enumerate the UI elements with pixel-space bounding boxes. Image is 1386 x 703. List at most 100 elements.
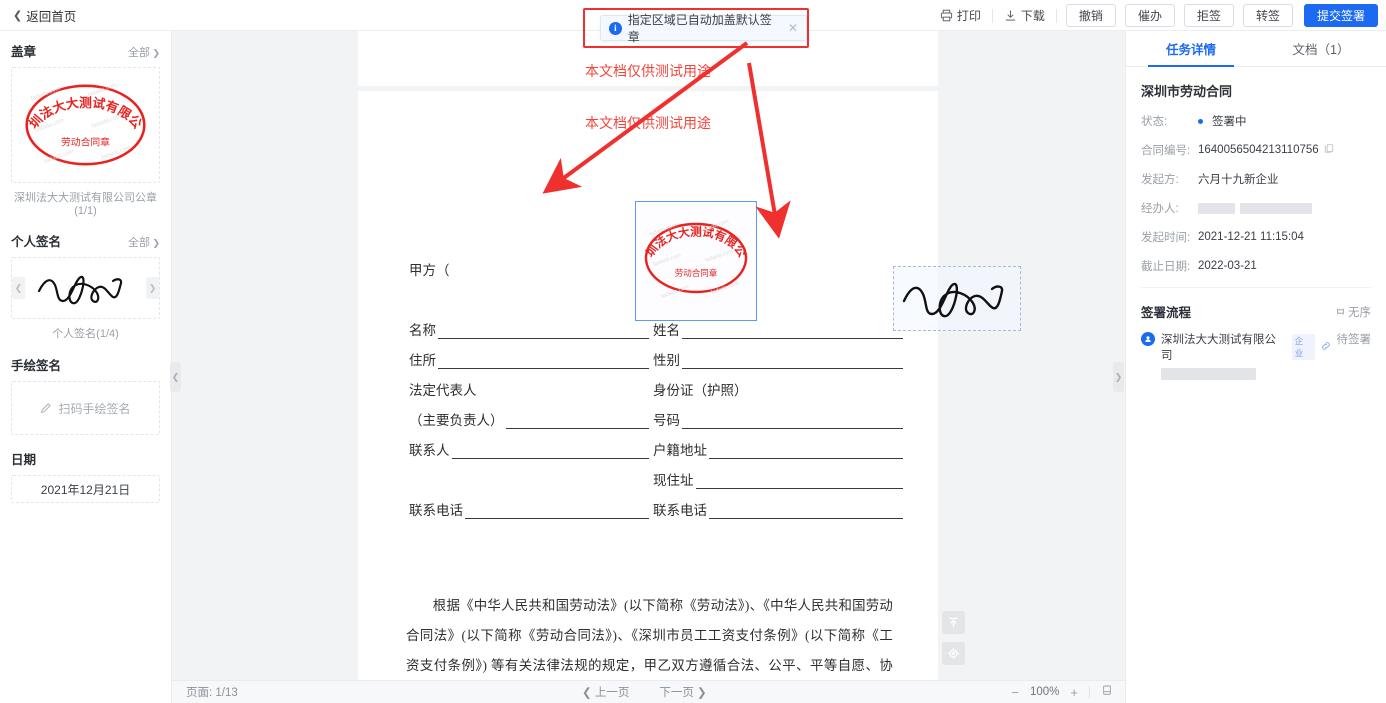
field-row: 性别 bbox=[653, 339, 903, 369]
contract-body-text: 根据《中华人民共和国劳动法》(以下简称《劳动法》)、《中华人民共和国劳动合同法》… bbox=[406, 598, 893, 673]
task-detail-body: 深圳市劳动合同 状态: 签署中 合同编号: 164005650421311075… bbox=[1126, 67, 1386, 380]
redacted-block bbox=[1198, 202, 1235, 214]
field-row: 住所 bbox=[409, 339, 649, 369]
seal-image: 深圳法大大测试有限公司 劳动合同章 fadada.com fadada.com … bbox=[12, 70, 146, 166]
field-row: 户籍地址 bbox=[653, 429, 903, 459]
placed-personal-signature[interactable] bbox=[893, 266, 1021, 331]
personal-signature-thumbnail[interactable]: ❮ ❯ bbox=[11, 257, 160, 319]
contract-body-paragraph: 根据《中华人民共和国劳动法》(以下简称《劳动法》)、《中华人民共和国劳动合同法》… bbox=[406, 591, 893, 680]
toolbar-divider-2 bbox=[1055, 8, 1057, 23]
link-icon[interactable] bbox=[1321, 341, 1331, 354]
detail-key: 经办人: bbox=[1141, 203, 1179, 215]
contract-title: 深圳市劳动合同 bbox=[1141, 84, 1233, 99]
personal-signature-view-all-link[interactable]: 全部 ❯ bbox=[128, 234, 160, 250]
field-line[interactable] bbox=[709, 504, 903, 519]
fit-page-icon bbox=[1103, 685, 1111, 695]
party-a-spacer bbox=[409, 279, 649, 309]
placed-seal-image: 深圳法大大测试有限公司 劳动合同章 fadada.com fadada.com … bbox=[630, 191, 749, 300]
field-row: 联系电话 bbox=[653, 489, 903, 519]
svg-text:劳动合同章: 劳动合同章 bbox=[675, 268, 718, 278]
signature-next-button[interactable]: ❯ bbox=[146, 277, 159, 299]
download-icon bbox=[1004, 9, 1017, 22]
placed-signature-image bbox=[902, 282, 1004, 318]
download-button[interactable]: 下载 bbox=[993, 5, 1056, 27]
field-line[interactable] bbox=[438, 354, 649, 369]
tab-documents[interactable]: 文档（1） bbox=[1256, 31, 1386, 66]
transfer-button[interactable]: 转签 bbox=[1242, 4, 1293, 27]
scan-handwrite-signature-button[interactable]: 扫码手绘签名 bbox=[11, 381, 160, 435]
field-label: 联系人 bbox=[409, 443, 450, 458]
tab-task-detail[interactable]: 任务详情 bbox=[1126, 31, 1256, 67]
field-line[interactable] bbox=[465, 504, 649, 519]
scroll-to-top-button[interactable] bbox=[942, 611, 965, 634]
sign-flow-title: 签署流程 bbox=[1141, 306, 1192, 320]
signer-item[interactable]: 深圳法大大测试有限公司 企业 待签署 bbox=[1141, 331, 1371, 380]
personal-signature-section-header: 个人签名 全部 ❯ bbox=[11, 231, 160, 250]
close-icon[interactable]: ✕ bbox=[788, 21, 798, 35]
field-line[interactable] bbox=[438, 324, 649, 339]
zoom-out-button[interactable]: − bbox=[1011, 685, 1019, 700]
field-line[interactable] bbox=[451, 444, 649, 459]
signature-image bbox=[37, 275, 122, 305]
personal-signature-view-all-label: 全部 bbox=[127, 237, 150, 249]
field-row: （主要负责人） bbox=[409, 399, 649, 429]
field-row: 法定代表人 bbox=[409, 369, 649, 399]
signer-status: 待签署 bbox=[1336, 334, 1372, 346]
revoke-button[interactable]: 撤销 bbox=[1065, 4, 1116, 27]
back-to-home-button[interactable]: ❮ 返回首页 bbox=[13, 6, 76, 25]
field-label: 名称 bbox=[409, 323, 436, 338]
detail-value: 2021-12-21 11:15:04 bbox=[1198, 231, 1304, 243]
company-seal-thumbnail[interactable]: 深圳法大大测试有限公司 劳动合同章 fadada.com fadada.com … bbox=[11, 67, 160, 183]
signature-prev-button[interactable]: ❮ bbox=[12, 277, 25, 299]
field-line[interactable] bbox=[695, 474, 903, 489]
panel-divider bbox=[1141, 287, 1371, 288]
sign-flow-order-label: 无序 bbox=[1348, 306, 1371, 319]
collapse-right-panel-handle[interactable]: ❯ bbox=[1113, 362, 1124, 392]
field-line bbox=[479, 384, 650, 399]
seal-view-all-label: 全部 bbox=[127, 47, 150, 59]
detail-value: 2022-03-21 bbox=[1198, 260, 1257, 272]
download-label: 下载 bbox=[1020, 9, 1045, 23]
chevron-right-icon: ❯ bbox=[149, 48, 160, 58]
detail-row-deadline: 截止日期: 2022-03-21 bbox=[1141, 258, 1371, 274]
print-button[interactable]: 打印 bbox=[929, 5, 992, 27]
viewer-float-buttons bbox=[942, 611, 965, 673]
field-label: 性别 bbox=[653, 353, 680, 368]
field-label: 联系电话 bbox=[653, 503, 707, 518]
detail-key: 合同编号: bbox=[1141, 145, 1191, 157]
urge-button[interactable]: 催办 bbox=[1124, 4, 1175, 27]
field-line[interactable] bbox=[682, 414, 903, 429]
detail-key: 状态: bbox=[1141, 116, 1168, 128]
detail-row-contract-no: 合同编号: 1640056504213110756 bbox=[1141, 142, 1371, 158]
detail-row-initiate-time: 发起时间: 2021-12-21 11:15:04 bbox=[1141, 229, 1371, 245]
submit-signature-button[interactable]: 提交签署 bbox=[1303, 4, 1378, 27]
collapse-left-panel-handle[interactable]: ❮ bbox=[170, 362, 181, 392]
copy-icon[interactable] bbox=[1324, 143, 1334, 157]
field-label: 户籍地址 bbox=[653, 443, 707, 458]
zoom-in-button[interactable]: + bbox=[1070, 685, 1078, 700]
toast-highlight-box: i 指定区域已自动加盖默认签章 ✕ bbox=[583, 8, 809, 48]
field-row: 名称 bbox=[409, 309, 649, 339]
date-stamp-item[interactable]: 2021年12月21日 bbox=[11, 475, 160, 503]
field-line[interactable] bbox=[682, 354, 903, 369]
field-line[interactable] bbox=[709, 444, 903, 459]
prev-page-button[interactable]: ❮ 上一页 bbox=[582, 684, 629, 700]
enterprise-badge: 企业 bbox=[1291, 334, 1315, 360]
watermark-inner: 本文档仅供测试用途 bbox=[585, 117, 711, 132]
locate-signature-button[interactable] bbox=[942, 642, 965, 665]
document-scroll-area[interactable]: 本文档仅供测试用途 本文档仅供测试用途 深圳法大大测试有限公司 劳动合同章 fa… bbox=[172, 31, 1125, 680]
next-page-button[interactable]: 下一页 ❯ bbox=[659, 684, 706, 700]
redacted-block bbox=[1240, 202, 1312, 214]
reject-button[interactable]: 拒签 bbox=[1183, 4, 1234, 27]
fit-page-button[interactable] bbox=[1101, 684, 1113, 700]
field-line[interactable] bbox=[682, 324, 903, 339]
field-row: 身份证（护照） bbox=[653, 369, 903, 399]
auto-seal-toast: i 指定区域已自动加盖默认签章 ✕ bbox=[600, 13, 807, 44]
placed-company-seal[interactable]: 深圳法大大测试有限公司 劳动合同章 fadada.com fadada.com … bbox=[630, 191, 757, 321]
sign-flow-header: 签署流程 无序 bbox=[1141, 302, 1371, 321]
seal-section-header: 盖章 全部 ❯ bbox=[11, 41, 160, 60]
field-line[interactable] bbox=[505, 414, 649, 429]
viewer-footer: 页面: 1/13 ❮ 上一页 下一页 ❯ − 100% + bbox=[172, 680, 1125, 703]
seal-view-all-link[interactable]: 全部 ❯ bbox=[128, 44, 160, 60]
task-detail-panel: 任务详情 文档（1） 深圳市劳动合同 状态: 签署中 合同编号: 1640056… bbox=[1125, 31, 1386, 703]
